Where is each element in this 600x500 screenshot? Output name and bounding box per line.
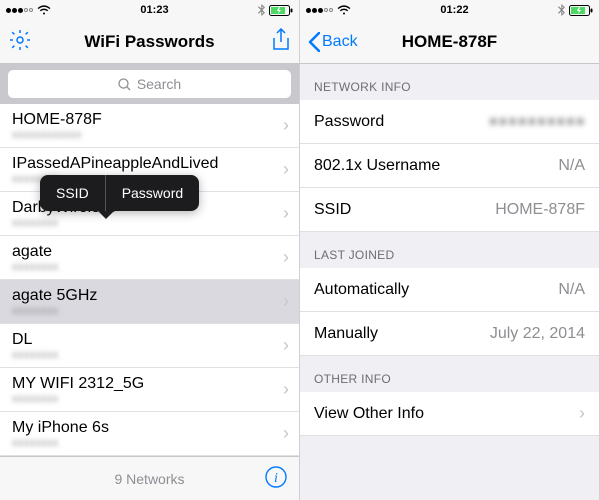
status-right bbox=[258, 4, 293, 16]
network-row[interactable]: agatexxxxxxxx › bbox=[0, 236, 299, 280]
section-header-other-info: OTHER INFO bbox=[300, 356, 599, 392]
status-bar: 01:22 bbox=[300, 0, 599, 20]
battery-charging-icon bbox=[269, 5, 293, 16]
network-ssid: agate bbox=[12, 243, 58, 261]
share-icon[interactable] bbox=[271, 28, 291, 55]
nav-title: HOME-878F bbox=[366, 32, 533, 52]
network-row[interactable]: My iPhone 6sxxxxxxxx › bbox=[0, 412, 299, 456]
password-label: Password bbox=[314, 113, 384, 131]
chevron-right-icon: › bbox=[283, 203, 289, 224]
back-label: Back bbox=[322, 33, 358, 51]
signal-icon bbox=[306, 8, 333, 13]
network-pw-blurred: xxxxxxxx bbox=[12, 261, 58, 273]
status-time: 01:22 bbox=[440, 4, 468, 16]
network-pw-blurred: xxxxxxxx bbox=[12, 437, 109, 449]
section-header-last-joined: LAST JOINED bbox=[300, 232, 599, 268]
copy-ssid-option[interactable]: SSID bbox=[40, 175, 105, 211]
bluetooth-icon bbox=[258, 4, 265, 16]
copy-popover: SSID Password bbox=[40, 175, 199, 211]
password-value: ●●●●●●●●●● bbox=[488, 113, 585, 131]
svg-text:i: i bbox=[274, 471, 278, 486]
toolbar: 9 Networks i bbox=[0, 456, 299, 500]
auto-value: N/A bbox=[558, 281, 585, 299]
ssid-label: SSID bbox=[314, 201, 351, 219]
username-value: N/A bbox=[558, 157, 585, 175]
network-ssid: agate 5GHz bbox=[12, 287, 97, 305]
network-ssid: IPassedAPineappleAndLived bbox=[12, 155, 218, 173]
auto-label: Automatically bbox=[314, 281, 409, 299]
settings-gear-icon[interactable] bbox=[8, 28, 32, 55]
search-placeholder: Search bbox=[137, 76, 181, 92]
search-input[interactable]: Search bbox=[8, 70, 291, 98]
manual-label: Manually bbox=[314, 325, 378, 343]
popover-arrow bbox=[98, 211, 114, 219]
chevron-left-icon bbox=[308, 32, 320, 52]
wifi-icon bbox=[37, 5, 51, 15]
section-header-network-info: NETWORK INFO bbox=[300, 64, 599, 100]
status-left bbox=[6, 5, 51, 15]
username-label: 802.1x Username bbox=[314, 157, 440, 175]
network-count: 9 Networks bbox=[114, 471, 184, 487]
nav-bar: WiFi Passwords bbox=[0, 20, 299, 64]
chevron-right-icon: › bbox=[283, 115, 289, 136]
status-right bbox=[558, 4, 593, 16]
nav-title: WiFi Passwords bbox=[66, 32, 233, 52]
network-pw-blurred: xxxxxxxxxxxx bbox=[12, 129, 102, 141]
row-auto-joined[interactable]: Automatically N/A bbox=[300, 268, 599, 312]
detail-content[interactable]: NETWORK INFO Password ●●●●●●●●●● 802.1x … bbox=[300, 64, 599, 500]
network-list[interactable]: HOME-878Fxxxxxxxxxxxx › IPassedAPineapple… bbox=[0, 104, 299, 456]
search-bar: Search bbox=[0, 64, 299, 104]
status-bar: 01:23 bbox=[0, 0, 299, 20]
chevron-right-icon: › bbox=[283, 379, 289, 400]
ssid-value: HOME-878F bbox=[495, 201, 585, 219]
chevron-right-icon: › bbox=[283, 247, 289, 268]
chevron-right-icon: › bbox=[283, 291, 289, 312]
row-password[interactable]: Password ●●●●●●●●●● bbox=[300, 100, 599, 144]
network-ssid: My iPhone 6s bbox=[12, 419, 109, 437]
nav-bar: Back HOME-878F bbox=[300, 20, 599, 64]
row-view-other-info[interactable]: View Other Info › bbox=[300, 392, 599, 436]
manual-value: July 22, 2014 bbox=[490, 325, 585, 343]
network-ssid: DL bbox=[12, 331, 58, 349]
network-row[interactable]: DLxxxxxxxx › bbox=[0, 324, 299, 368]
bluetooth-icon bbox=[558, 4, 565, 16]
status-left bbox=[306, 5, 351, 15]
row-manual-joined[interactable]: Manually July 22, 2014 bbox=[300, 312, 599, 356]
chevron-right-icon: › bbox=[283, 423, 289, 444]
copy-password-option[interactable]: Password bbox=[106, 175, 199, 211]
network-pw-blurred: xxxxxxxx bbox=[12, 349, 58, 361]
view-other-label: View Other Info bbox=[314, 405, 424, 423]
back-button[interactable]: Back bbox=[308, 32, 358, 52]
network-pw-blurred: xxxxxxxx bbox=[12, 305, 97, 317]
network-row[interactable]: HOME-878Fxxxxxxxxxxxx › bbox=[0, 104, 299, 148]
network-row-selected[interactable]: agate 5GHzxxxxxxxx › bbox=[0, 280, 299, 324]
row-8021x-username[interactable]: 802.1x Username N/A bbox=[300, 144, 599, 188]
network-detail-screen: 01:22 Back HOME-878F NETWORK INFO Passwo… bbox=[300, 0, 600, 500]
chevron-right-icon: › bbox=[579, 403, 585, 424]
status-time: 01:23 bbox=[140, 4, 168, 16]
network-row[interactable]: MY WIFI 2312_5Gxxxxxxxx › bbox=[0, 368, 299, 412]
info-icon[interactable]: i bbox=[265, 466, 287, 491]
wifi-passwords-screen: 01:23 WiFi Passwords Search bbox=[0, 0, 300, 500]
wifi-icon bbox=[337, 5, 351, 15]
row-ssid[interactable]: SSID HOME-878F bbox=[300, 188, 599, 232]
search-icon bbox=[118, 78, 131, 91]
network-ssid: MY WIFI 2312_5G bbox=[12, 375, 144, 393]
network-pw-blurred: xxxxxxxx bbox=[12, 393, 144, 405]
chevron-right-icon: › bbox=[283, 159, 289, 180]
signal-icon bbox=[6, 8, 33, 13]
chevron-right-icon: › bbox=[283, 335, 289, 356]
battery-charging-icon bbox=[569, 5, 593, 16]
network-ssid: HOME-878F bbox=[12, 111, 102, 129]
